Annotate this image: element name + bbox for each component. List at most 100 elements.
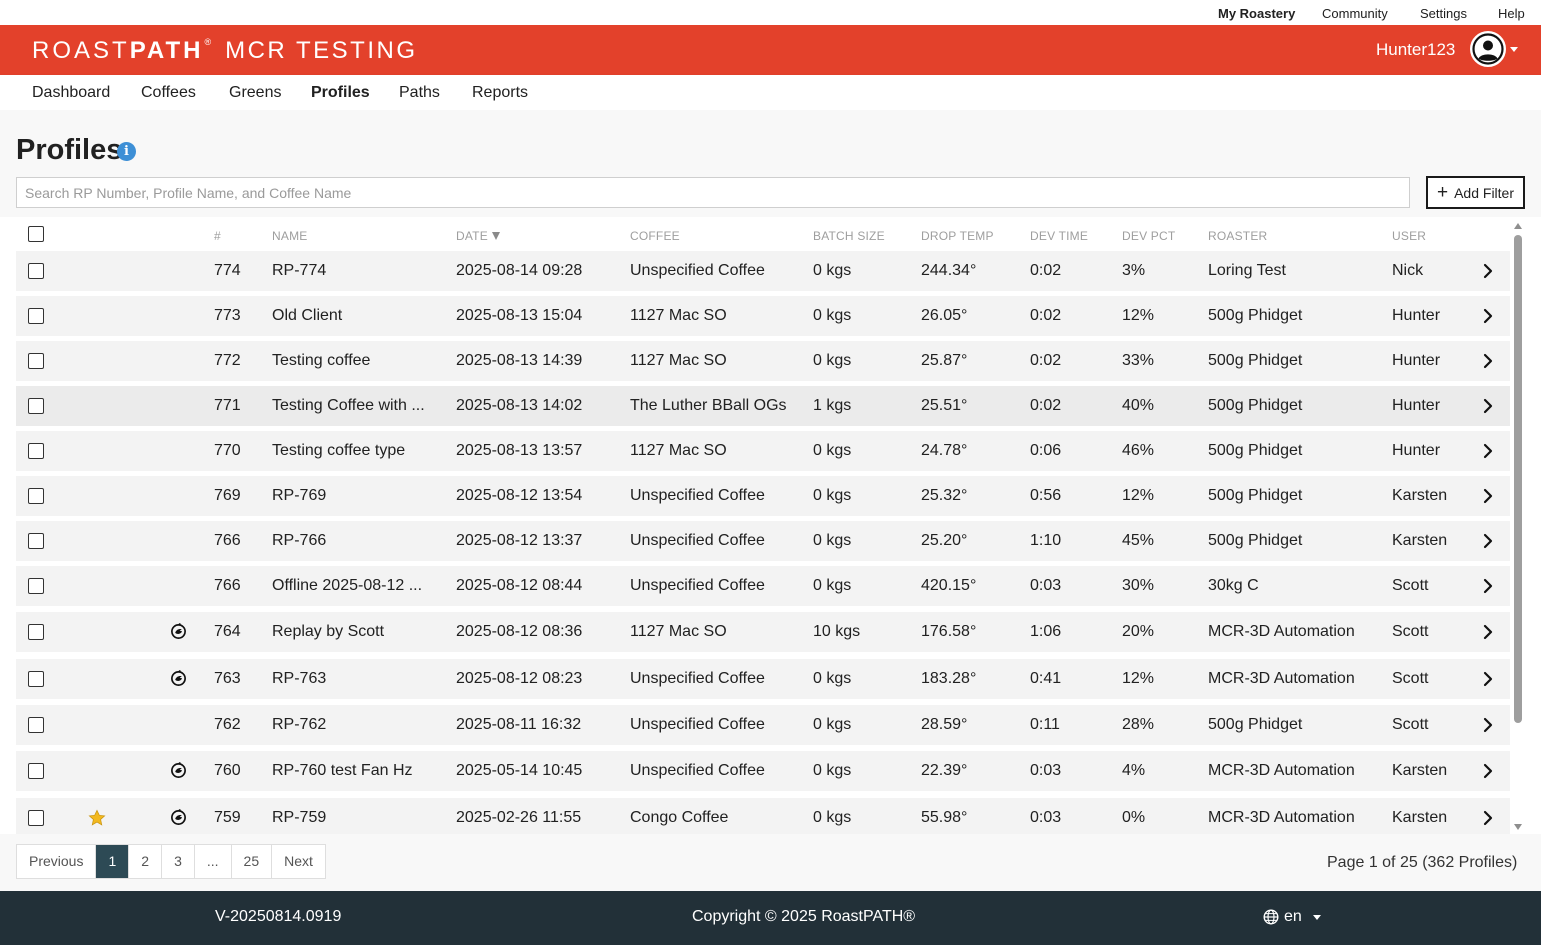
table-row[interactable]: 764 Replay by Scott 2025-08-12 08:36 1127 M… <box>16 612 1510 652</box>
cell-roaster: MCR-3D Automation <box>1208 762 1355 779</box>
cell-number: 772 <box>214 352 241 369</box>
scroll-up-icon[interactable] <box>1514 223 1522 229</box>
chevron-right-icon[interactable] <box>1482 398 1494 414</box>
column-dev-time[interactable]: DEV TIME <box>1030 229 1088 243</box>
cell-number: 763 <box>214 670 241 687</box>
chevron-right-icon[interactable] <box>1482 763 1494 779</box>
row-checkbox[interactable] <box>28 624 44 640</box>
chevron-right-icon[interactable] <box>1482 717 1494 733</box>
row-checkbox[interactable] <box>28 308 44 324</box>
language-selector[interactable]: en <box>1263 908 1321 926</box>
link-my-roastery[interactable]: My Roastery <box>1218 6 1295 21</box>
row-checkbox[interactable] <box>28 810 44 826</box>
row-checkbox[interactable] <box>28 717 44 733</box>
page-button-2[interactable]: 2 <box>129 845 163 878</box>
cell-roaster: 500g Phidget <box>1208 532 1303 549</box>
chevron-right-icon[interactable] <box>1482 263 1494 279</box>
cell-date: 2025-08-13 13:57 <box>456 442 583 459</box>
chevron-right-icon[interactable] <box>1482 308 1494 324</box>
nav-paths[interactable]: Paths <box>399 84 440 102</box>
cell-name: RP-763 <box>272 670 327 687</box>
cell-drop-temp: 55.98° <box>921 809 968 826</box>
cell-drop-temp: 25.32° <box>921 487 968 504</box>
table-row[interactable]: 770 Testing coffee type 2025-08-13 13:57 11… <box>16 431 1510 471</box>
nav-reports[interactable]: Reports <box>472 84 528 102</box>
info-icon[interactable]: i <box>117 142 136 161</box>
table-row[interactable]: 760 RP-760 test Fan Hz 2025-05-14 10:45 Uns… <box>16 751 1510 791</box>
chevron-right-icon[interactable] <box>1482 488 1494 504</box>
link-settings[interactable]: Settings <box>1420 6 1467 21</box>
cell-name: RP-766 <box>272 532 327 549</box>
row-checkbox[interactable] <box>28 263 44 279</box>
table-row[interactable]: 762 RP-762 2025-08-11 16:32 Unspecified Cof… <box>16 705 1510 745</box>
nav-coffees[interactable]: Coffees <box>141 84 196 102</box>
table-row[interactable]: 763 RP-763 2025-08-12 08:23 Unspecified Cof… <box>16 659 1510 699</box>
cell-coffee: Unspecified Coffee <box>630 577 765 594</box>
cell-number: 759 <box>214 809 241 826</box>
table-row[interactable]: 766 RP-766 2025-08-12 13:37 Unspecified Cof… <box>16 521 1510 561</box>
row-checkbox[interactable] <box>28 353 44 369</box>
chevron-right-icon[interactable] <box>1482 578 1494 594</box>
brand-logo[interactable]: ROASTPATH® MCR TESTING <box>32 37 418 65</box>
table-row[interactable]: 772 Testing coffee 2025-08-13 14:39 1127 Ma… <box>16 341 1510 381</box>
cell-user: Hunter <box>1392 352 1441 369</box>
chevron-right-icon[interactable] <box>1482 353 1494 369</box>
nav-profiles[interactable]: Profiles <box>311 84 370 102</box>
cell-date: 2025-02-26 11:55 <box>456 809 582 826</box>
user-avatar-icon[interactable] <box>1470 31 1506 67</box>
row-checkbox[interactable] <box>28 763 44 779</box>
column-date-label: DATE <box>456 229 488 243</box>
table-row[interactable]: 773 Old Client 2025-08-13 15:04 1127 Mac SO… <box>16 296 1510 336</box>
row-checkbox[interactable] <box>28 671 44 687</box>
table-row[interactable]: 774 RP-774 2025-08-14 09:28 Unspecified Cof… <box>16 251 1510 291</box>
nav-greens[interactable]: Greens <box>229 84 281 102</box>
footer: V-20250814.0919 Copyright © 2025 RoastPA… <box>0 891 1541 945</box>
column-coffee[interactable]: COFFEE <box>630 229 680 243</box>
column-name[interactable]: NAME <box>272 229 307 243</box>
chevron-right-icon[interactable] <box>1482 671 1494 687</box>
column-date[interactable]: DATE <box>456 229 500 243</box>
next-page-button[interactable]: Next <box>272 845 325 878</box>
cell-user: Karsten <box>1392 487 1448 504</box>
table-row[interactable]: 771 Testing Coffee with ... 2025-08-13 14:… <box>16 386 1510 426</box>
row-checkbox[interactable] <box>28 398 44 414</box>
row-checkbox[interactable] <box>28 578 44 594</box>
sort-desc-icon <box>491 232 500 240</box>
column-drop-temp[interactable]: DROP TEMP <box>921 229 994 243</box>
table-scrollbar[interactable] <box>1512 217 1524 834</box>
row-checkbox[interactable] <box>28 488 44 504</box>
scroll-down-icon[interactable] <box>1514 824 1522 830</box>
column-roaster[interactable]: ROASTER <box>1208 229 1267 243</box>
cell-user: Karsten <box>1392 809 1448 826</box>
cell-drop-temp: 176.58° <box>921 623 977 640</box>
row-checkbox[interactable] <box>28 533 44 549</box>
chevron-right-icon[interactable] <box>1482 443 1494 459</box>
column-number[interactable]: # <box>214 229 221 243</box>
table-row[interactable]: 769 RP-769 2025-08-12 13:54 Unspecified Cof… <box>16 476 1510 516</box>
link-help[interactable]: Help <box>1498 6 1525 21</box>
nav-dashboard[interactable]: Dashboard <box>32 84 110 102</box>
chevron-right-icon[interactable] <box>1482 810 1494 826</box>
scroll-thumb[interactable] <box>1514 235 1522 723</box>
link-community[interactable]: Community <box>1322 6 1388 21</box>
favorite-star-icon[interactable] <box>88 809 106 827</box>
column-user[interactable]: USER <box>1392 229 1426 243</box>
add-filter-button[interactable]: + Add Filter <box>1426 176 1525 209</box>
username[interactable]: Hunter123 <box>1376 40 1455 60</box>
previous-page-button[interactable]: Previous <box>17 845 97 878</box>
user-menu-caret-icon[interactable] <box>1510 47 1518 52</box>
page-button-25[interactable]: 25 <box>232 845 273 878</box>
table-row[interactable]: 759 RP-759 2025-02-26 11:55 Congo Coffee 0 k… <box>16 798 1510 834</box>
table-row[interactable]: 766 Offline 2025-08-12 ... 2025-08-12 08:4… <box>16 566 1510 606</box>
page-button-3[interactable]: 3 <box>162 845 195 878</box>
row-checkbox[interactable] <box>28 443 44 459</box>
column-dev-pct[interactable]: DEV PCT <box>1122 229 1175 243</box>
chevron-right-icon[interactable] <box>1482 533 1494 549</box>
chevron-right-icon[interactable] <box>1482 624 1494 640</box>
page-button-1[interactable]: 1 <box>96 845 130 878</box>
column-batch-size[interactable]: BATCH SIZE <box>813 229 885 243</box>
select-all-checkbox[interactable] <box>28 226 44 242</box>
cell-coffee: The Luther BBall OGs <box>630 397 787 414</box>
search-input[interactable] <box>16 177 1410 208</box>
cell-coffee: Unspecified Coffee <box>630 716 765 733</box>
